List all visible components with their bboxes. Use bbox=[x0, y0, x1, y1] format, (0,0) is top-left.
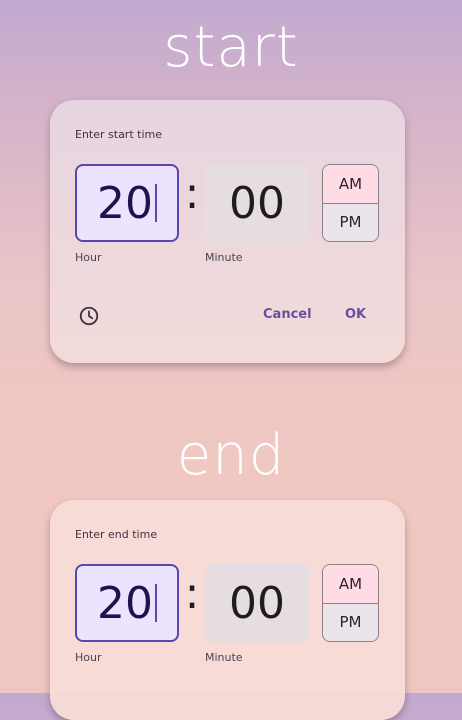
text-cursor bbox=[155, 584, 157, 622]
start-time-dialog: Enter start time 20 : 00 AM PM Hour Minu… bbox=[50, 100, 405, 363]
pm-toggle[interactable]: PM bbox=[323, 203, 378, 241]
hour-value: 20 bbox=[97, 577, 153, 629]
minute-label: Minute bbox=[205, 651, 243, 664]
dialog-title: Enter start time bbox=[75, 128, 162, 141]
am-toggle[interactable]: AM bbox=[323, 565, 378, 604]
minute-input[interactable]: 00 bbox=[205, 564, 309, 642]
minute-value: 00 bbox=[229, 177, 285, 229]
clock-icon[interactable] bbox=[78, 305, 100, 327]
hour-input[interactable]: 20 bbox=[75, 564, 179, 642]
minute-label: Minute bbox=[205, 251, 243, 264]
dialog-title: Enter end time bbox=[75, 528, 158, 541]
text-cursor bbox=[155, 184, 157, 222]
end-time-dialog: Enter end time 20 : 00 AM PM Hour Minute bbox=[50, 500, 405, 720]
hour-label: Hour bbox=[75, 651, 102, 664]
ok-button[interactable]: OK bbox=[345, 307, 366, 322]
time-separator: : bbox=[184, 568, 200, 619]
pm-toggle[interactable]: PM bbox=[323, 603, 378, 641]
hour-value: 20 bbox=[97, 177, 153, 229]
period-selector: AM PM bbox=[322, 564, 379, 642]
hour-label: Hour bbox=[75, 251, 102, 264]
minute-input[interactable]: 00 bbox=[205, 164, 309, 242]
period-selector: AM PM bbox=[322, 164, 379, 242]
time-separator: : bbox=[184, 168, 200, 219]
hour-input[interactable]: 20 bbox=[75, 164, 179, 242]
end-heading: end bbox=[176, 423, 286, 488]
cancel-button[interactable]: Cancel bbox=[263, 307, 312, 322]
am-toggle[interactable]: AM bbox=[323, 165, 378, 204]
start-heading: start bbox=[163, 15, 299, 80]
minute-value: 00 bbox=[229, 577, 285, 629]
